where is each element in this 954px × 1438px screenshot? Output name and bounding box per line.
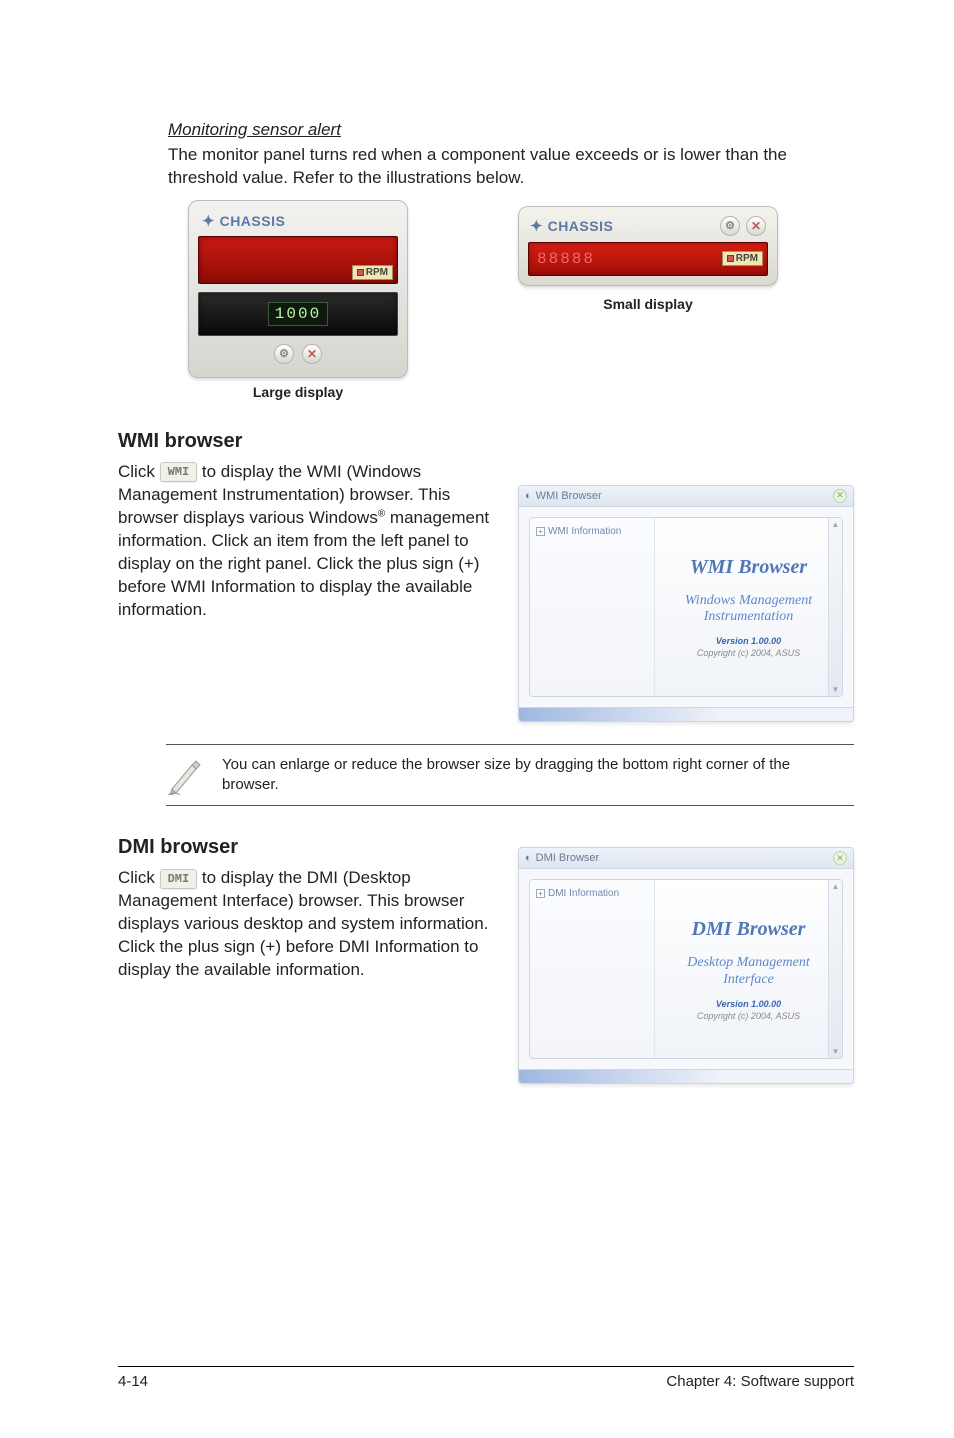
dmi-window-title: DMI Browser: [536, 852, 600, 864]
wmi-browser-window: ◐ WMI Browser ✕ + WMI Information WMI Br…: [518, 485, 854, 722]
wmi-version: Version 1.00.00: [716, 636, 781, 646]
dmi-splash-sub1: Desktop Management: [687, 955, 809, 972]
note-text: You can enlarge or reduce the browser si…: [222, 755, 854, 796]
scroll-up-icon[interactable]: ▲: [832, 520, 840, 529]
window-close-icon[interactable]: ✕: [833, 489, 847, 503]
dmi-splash-title: DMI Browser: [692, 918, 806, 941]
scroll-down-icon[interactable]: ▼: [832, 685, 840, 694]
large-display-digits: 1000: [268, 302, 328, 326]
window-close-icon[interactable]: ✕: [833, 851, 847, 865]
app-icon: ◐: [525, 852, 532, 864]
app-icon: ◐: [525, 490, 532, 502]
dmi-button-chip[interactable]: DMI: [160, 869, 198, 889]
large-display-digit-panel: 1000: [198, 292, 398, 336]
close-icon: ✕: [746, 216, 766, 236]
chapter-label: Chapter 4: Software support: [666, 1373, 854, 1390]
large-display-rpm-badge: RPM: [352, 265, 393, 280]
wmi-tree-item[interactable]: + WMI Information: [536, 526, 648, 537]
dmi-tree-item[interactable]: + DMI Information: [536, 888, 648, 899]
note-pencil-icon: [166, 755, 204, 795]
gear-icon: [720, 216, 740, 236]
gear-icon: [274, 344, 294, 364]
dmi-splash-sub2: Interface: [723, 972, 774, 989]
small-display-panel: ✦ CHASSIS ✕ 88888 RPM: [518, 206, 778, 286]
small-display-title: CHASSIS: [548, 218, 614, 234]
large-display-caption: Large display: [253, 384, 343, 400]
close-icon: ✕: [302, 344, 322, 364]
large-display-panel: ✦ CHASSIS RPM 1000 ✕: [188, 200, 408, 378]
scroll-up-icon[interactable]: ▲: [832, 882, 840, 891]
large-display-red-panel: RPM: [198, 236, 398, 284]
small-display-caption: Small display: [603, 296, 692, 312]
monitor-alert-body: The monitor panel turns red when a compo…: [168, 144, 854, 190]
small-display-red-panel: 88888 RPM: [528, 242, 768, 276]
dmi-body: Click DMI to display the DMI (Desktop Ma…: [118, 867, 498, 982]
wmi-splash-title: WMI Browser: [690, 556, 807, 579]
plus-icon: ✦: [202, 212, 215, 230]
scrollbar[interactable]: ▲ ▼: [828, 518, 842, 696]
dmi-version: Version 1.00.00: [716, 999, 781, 1009]
plus-icon: ✦: [530, 217, 543, 235]
large-display-title: CHASSIS: [220, 213, 286, 229]
wmi-window-title: WMI Browser: [536, 490, 602, 502]
scrollbar[interactable]: ▲ ▼: [828, 880, 842, 1058]
scroll-down-icon[interactable]: ▼: [832, 1047, 840, 1056]
wmi-splash-sub2: Instrumentation: [704, 609, 793, 626]
tree-expand-icon[interactable]: +: [536, 527, 545, 536]
dmi-copyright: Copyright (c) 2004, ASUS: [697, 1011, 800, 1021]
wmi-heading: WMI browser: [118, 430, 854, 453]
wmi-button-chip[interactable]: WMI: [160, 462, 198, 482]
small-display-rpm-badge: RPM: [722, 251, 763, 266]
wmi-body: Click WMI to display the WMI (Windows Ma…: [118, 461, 498, 622]
wmi-splash-sub1: Windows Management: [685, 593, 812, 610]
monitor-alert-heading: Monitoring sensor alert: [168, 120, 854, 140]
wmi-copyright: Copyright (c) 2004, ASUS: [697, 648, 800, 658]
dmi-browser-window: ◐ DMI Browser ✕ + DMI Information DMI Br…: [518, 847, 854, 1084]
page-number: 4-14: [118, 1373, 148, 1390]
note-block: You can enlarge or reduce the browser si…: [166, 744, 854, 807]
tree-expand-icon[interactable]: +: [536, 889, 545, 898]
